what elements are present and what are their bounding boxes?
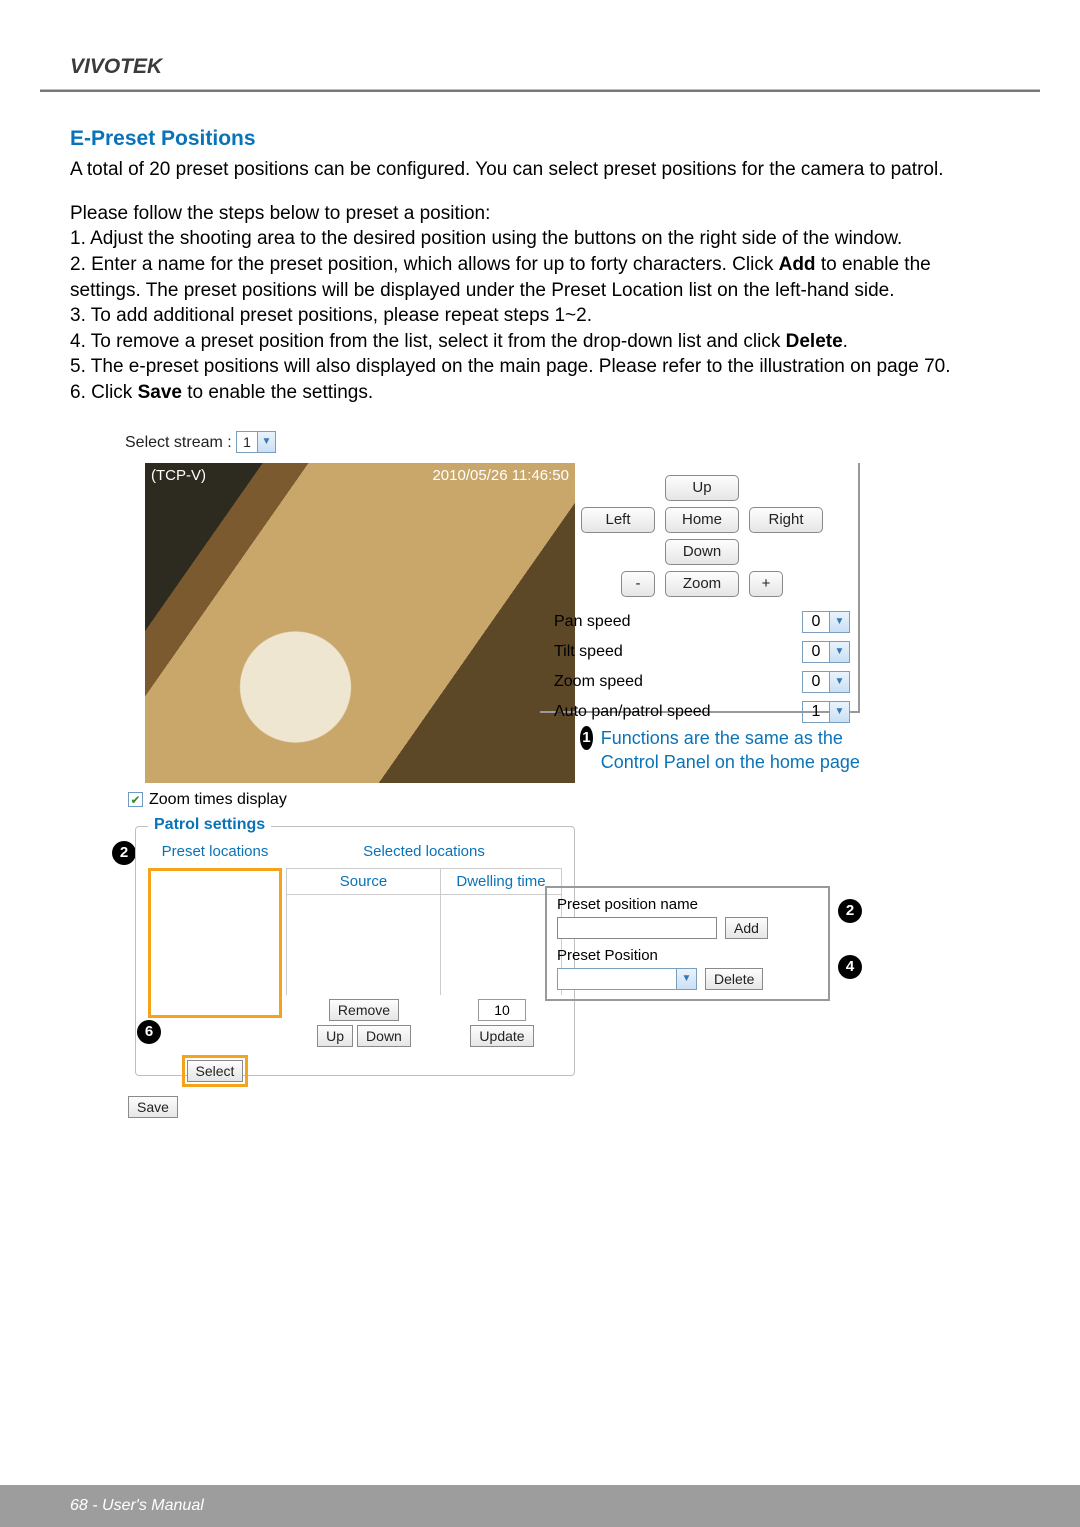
zoom-times-checkbox-row: ✔ Zoom times display [128, 791, 287, 809]
auto-speed-label: Auto pan/patrol speed [554, 703, 802, 721]
step-6-bold: Save [138, 382, 182, 403]
auto-speed-select[interactable]: 1 ▼ [802, 701, 850, 723]
pan-speed-value: 0 [802, 611, 830, 633]
zoom-times-label: Zoom times display [149, 791, 287, 809]
source-header: Source [287, 869, 441, 894]
tilt-speed-value: 0 [802, 641, 830, 663]
step-6: 6. Click Save to enable the settings. [70, 380, 1010, 406]
pan-speed-select[interactable]: 0 ▼ [802, 611, 850, 633]
control-panel: Up Left Home Right Down - Zoom + Pan spe… [540, 463, 860, 713]
zoom-speed-select[interactable]: 0 ▼ [802, 671, 850, 693]
step-6b: to enable the settings. [182, 382, 373, 403]
callout-1-icon: 1 [580, 726, 593, 750]
step-list: 1. Adjust the shooting area to the desir… [70, 226, 1010, 405]
chevron-down-icon[interactable]: ▼ [830, 701, 850, 723]
chevron-down-icon[interactable]: ▼ [676, 969, 696, 989]
step-2a: 2. Enter a name for the preset position,… [70, 254, 779, 275]
tilt-speed-label: Tilt speed [554, 643, 802, 661]
preset-position-box: Preset position name Add Preset Position… [545, 886, 830, 1001]
mock-area: Select stream : 1 ▼ (TCP-V) 2010/05/26 1… [70, 431, 1010, 1131]
preset-position-name-label: Preset position name [557, 896, 818, 913]
update-button[interactable]: Update [470, 1025, 533, 1047]
select-stream-dropdown[interactable]: 1 ▼ [236, 431, 276, 453]
callout-2-right-icon: 2 [838, 899, 862, 923]
zoom-in-button[interactable]: + [749, 571, 783, 597]
section-title: E-Preset Positions [70, 127, 1010, 151]
patrol-down-button[interactable]: Down [357, 1025, 411, 1047]
step-4: 4. To remove a preset position from the … [70, 329, 1010, 355]
auto-speed-value: 1 [802, 701, 830, 723]
select-button-highlight: Select [182, 1055, 249, 1087]
video-image [145, 463, 575, 783]
remove-button[interactable]: Remove [329, 999, 399, 1021]
header-rule [40, 89, 1040, 92]
step-2-bold: Add [779, 254, 816, 275]
step-4-bold: Delete [786, 331, 843, 352]
preset-position-dropdown[interactable]: ▼ [557, 968, 697, 990]
step-4a: 4. To remove a preset position from the … [70, 331, 786, 352]
preset-locations-list[interactable] [148, 868, 282, 1018]
save-button[interactable]: Save [128, 1096, 178, 1118]
step-3: 3. To add additional preset positions, p… [70, 303, 1010, 329]
chevron-down-icon[interactable]: ▼ [830, 671, 850, 693]
zoom-times-checkbox[interactable]: ✔ [128, 792, 143, 807]
page: VIVOTEK E-Preset Positions A total of 20… [0, 0, 1080, 1527]
selected-locations-wrap: Source Dwelling time Remove 10 [286, 868, 562, 1047]
step-2: 2. Enter a name for the preset position,… [70, 252, 1010, 278]
pan-speed-label: Pan speed [554, 613, 802, 631]
dwelling-time-input[interactable]: 10 [478, 999, 526, 1021]
patrol-up-button[interactable]: Up [317, 1025, 353, 1047]
footer-text: 68 - User's Manual [70, 1497, 204, 1515]
step-2c: settings. The preset positions will be d… [70, 278, 1010, 304]
intro-text: A total of 20 preset positions can be co… [70, 157, 1010, 183]
dwelling-header: Dwelling time [441, 869, 561, 894]
annotation-1-text: Functions are the same as the Control Pa… [601, 726, 870, 775]
preset-position-name-input[interactable] [557, 917, 717, 939]
video-overlay-left: (TCP-V) [151, 467, 206, 484]
chevron-down-icon[interactable]: ▼ [830, 641, 850, 663]
home-button[interactable]: Home [665, 507, 739, 533]
patrol-legend: Patrol settings [148, 816, 271, 834]
step-4b: . [843, 331, 848, 352]
patrol-settings-fieldset: Patrol settings Preset locations Selecte… [135, 826, 575, 1076]
step-2b: to enable the [816, 254, 931, 275]
step-6a: 6. Click [70, 382, 138, 403]
preset-locations-header: Preset locations [146, 837, 284, 866]
save-row: Save [128, 1096, 178, 1118]
video-preview: (TCP-V) 2010/05/26 11:46:50 [145, 463, 575, 783]
up-button[interactable]: Up [665, 475, 739, 501]
zoom-label-button[interactable]: Zoom [665, 571, 739, 597]
select-button[interactable]: Select [187, 1060, 244, 1082]
tilt-speed-select[interactable]: 0 ▼ [802, 641, 850, 663]
chevron-down-icon[interactable]: ▼ [257, 432, 275, 452]
delete-button[interactable]: Delete [705, 968, 763, 990]
add-button[interactable]: Add [725, 917, 768, 939]
select-stream-row: Select stream : 1 ▼ [125, 431, 276, 453]
content: E-Preset Positions A total of 20 preset … [40, 127, 1040, 1131]
brand: VIVOTEK [40, 30, 1040, 89]
right-button[interactable]: Right [749, 507, 823, 533]
zoom-speed-label: Zoom speed [554, 673, 802, 691]
callout-4-icon: 4 [838, 955, 862, 979]
chevron-down-icon[interactable]: ▼ [830, 611, 850, 633]
selected-locations-list[interactable] [286, 895, 562, 995]
zoom-speed-value: 0 [802, 671, 830, 693]
step-1: 1. Adjust the shooting area to the desir… [70, 226, 1010, 252]
callout-2-left-icon: 2 [112, 841, 136, 865]
select-stream-label: Select stream : [125, 434, 232, 451]
zoom-out-button[interactable]: - [621, 571, 655, 597]
down-button[interactable]: Down [665, 539, 739, 565]
selected-locations-header: Selected locations [284, 837, 564, 866]
follow-text: Please follow the steps below to preset … [70, 201, 1010, 227]
footer: 68 - User's Manual [0, 1485, 1080, 1527]
left-button[interactable]: Left [581, 507, 655, 533]
preset-position-label: Preset Position [557, 947, 818, 964]
select-stream-value: 1 [237, 434, 257, 450]
annotation-1: 1 Functions are the same as the Control … [580, 726, 870, 775]
step-5: 5. The e-preset positions will also disp… [70, 354, 1010, 380]
